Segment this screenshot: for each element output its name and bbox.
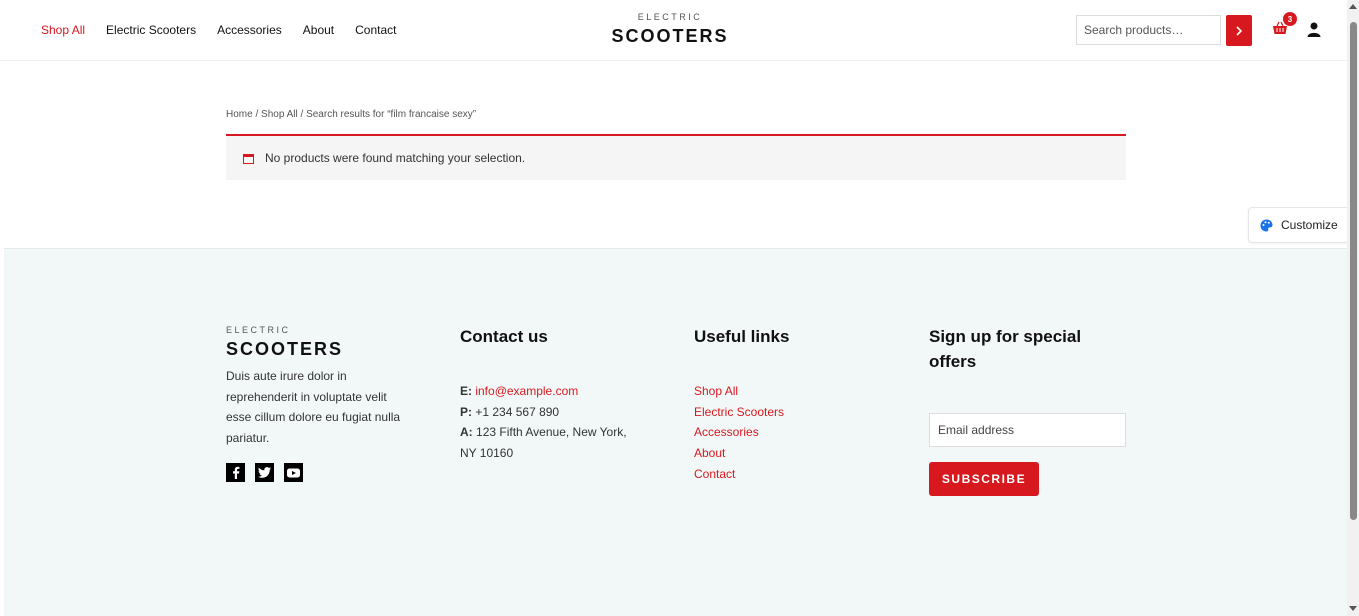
contact-phone: +1 234 567 890	[475, 404, 560, 419]
palette-icon	[1260, 219, 1273, 231]
user-account-icon[interactable]	[1307, 22, 1321, 37]
breadcrumb-home[interactable]: Home	[226, 109, 253, 120]
contact-details: E: info@example.com P: +1 234 567 890 A:…	[460, 381, 640, 463]
address-label: A:	[460, 425, 473, 439]
footer-link-contact[interactable]: Contact	[694, 464, 784, 485]
scroll-down-arrow-icon[interactable]	[1349, 606, 1357, 611]
calendar-icon	[243, 153, 254, 164]
breadcrumb-shop-all[interactable]: Shop All	[261, 109, 298, 120]
footer-logo-title: SCOOTERS	[226, 339, 344, 359]
social-links	[226, 463, 303, 482]
phone-label: P:	[460, 404, 472, 419]
signup-heading: Sign up for special offers	[929, 327, 1082, 371]
useful-links-heading: Useful links	[694, 327, 790, 346]
contact-address: 123 Fifth Avenue, New York, NY 10160	[460, 425, 627, 460]
contact-address-line: A: 123 Fifth Avenue, New York, NY 10160	[460, 422, 640, 463]
search-submit-button[interactable]	[1226, 15, 1252, 46]
useful-links-list: Shop All Electric Scooters Accessories A…	[694, 381, 784, 485]
no-products-notice: No products were found matching your sel…	[226, 134, 1126, 180]
site-header: Shop All Electric Scooters Accessories A…	[0, 0, 1347, 61]
contact-us-heading: Contact us	[460, 327, 548, 346]
footer-link-about[interactable]: About	[694, 443, 784, 464]
footer-link-accessories[interactable]: Accessories	[694, 422, 784, 443]
footer-logo-subtitle: ELECTRIC	[226, 325, 291, 335]
subscribe-button[interactable]: SUBSCRIBE	[929, 462, 1039, 496]
footer-about-text: Duis aute irure dolor in reprehenderit i…	[226, 369, 401, 445]
site-footer	[4, 248, 1347, 616]
breadcrumb-current: Search results for “film francaise sexy”	[306, 109, 477, 120]
email-label: E:	[460, 384, 472, 398]
contact-email-link[interactable]: info@example.com	[475, 384, 578, 398]
facebook-icon[interactable]	[226, 463, 245, 482]
chevron-right-icon	[1236, 25, 1243, 36]
breadcrumb-separator: /	[297, 109, 307, 120]
breadcrumb: Home / Shop All / Search results for “fi…	[226, 109, 476, 120]
page-scrollbar[interactable]	[1347, 0, 1359, 616]
breadcrumb-separator: /	[252, 109, 262, 120]
notice-text: No products were found matching your sel…	[265, 151, 526, 165]
footer-link-electric-scooters[interactable]: Electric Scooters	[694, 402, 784, 423]
scroll-up-arrow-icon[interactable]	[1349, 4, 1357, 9]
contact-phone-line: P: +1 234 567 890	[460, 402, 640, 423]
scrollbar-thumb[interactable]	[1350, 22, 1357, 520]
search-input[interactable]	[1076, 15, 1221, 45]
youtube-icon[interactable]	[284, 463, 303, 482]
customize-button[interactable]: Customize	[1248, 207, 1347, 243]
footer-link-shop-all[interactable]: Shop All	[694, 381, 784, 402]
cart-count-badge: 3	[1283, 12, 1297, 26]
twitter-icon[interactable]	[255, 463, 274, 482]
newsletter-email-input[interactable]	[929, 413, 1126, 447]
contact-email-line: E: info@example.com	[460, 381, 640, 402]
customize-label: Customize	[1281, 218, 1338, 232]
